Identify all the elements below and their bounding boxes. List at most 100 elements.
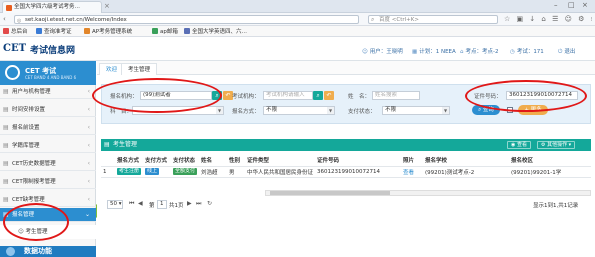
id-number-cell: 360123199010072714 xyxy=(315,166,401,178)
record-summary: 显示1到1,共1记录 xyxy=(533,203,579,209)
exam-org-search-button[interactable]: ⌕ xyxy=(313,91,323,100)
sidebar-item-student-records[interactable]: ▤ 学籍库管理 ‹ xyxy=(0,139,96,153)
column-header[interactable]: 报名学校 xyxy=(423,155,509,167)
id-number-input[interactable]: 360123199010072714 xyxy=(506,91,578,100)
page-tabs: 欢迎 考生管理 xyxy=(97,61,595,75)
org-search-button[interactable]: ⌕ xyxy=(212,91,222,100)
sidebar-item-user-org[interactable]: ▤ 用户与机构管理 ‹ xyxy=(0,85,96,99)
menu-icon: ▤ xyxy=(3,88,9,95)
org-input[interactable]: (99)测试者 xyxy=(140,91,212,100)
plan-info[interactable]: ▦ 计划：1 NEEA xyxy=(412,47,456,55)
sidebar-item-restriction[interactable]: ▤ CET限制报考管理 ‹ xyxy=(0,175,96,189)
main-content: 欢迎 考生管理 报名机构： (99)测试者 ⌕ ↶ 考试机构： 考试机构请输入 … xyxy=(97,61,595,257)
caret-down-icon: ▾ xyxy=(567,142,572,148)
column-header[interactable]: 报名方式 xyxy=(115,155,143,167)
column-header[interactable]: 证件号码 xyxy=(315,155,401,167)
name-input[interactable]: 姓名搜索 xyxy=(372,91,420,100)
caret-down-icon: ▼ xyxy=(442,107,449,114)
column-header[interactable]: 性别 xyxy=(227,155,245,167)
toolbar-icons[interactable]: ☆ ▣ ↓ ⌂ ☰ ☺ ⚙ ≡ xyxy=(504,15,592,24)
scrollbar-thumb[interactable] xyxy=(270,191,390,195)
logout-link[interactable]: ⏻ 退出 xyxy=(558,47,575,56)
column-header[interactable]: 照片 xyxy=(401,155,423,167)
table-row[interactable]: 1 考生注册 线上 全额支付 刘浩超 男 中华人民共和国居民身份证 360123… xyxy=(101,166,591,178)
home-icon: ⌂ xyxy=(460,49,464,55)
bookmark-item[interactable]: 总后台 xyxy=(3,28,28,36)
sidebar-item-pre-registration[interactable]: ▤ 报名前设置 ‹ xyxy=(0,121,96,135)
reg-method-badge: 考生注册 xyxy=(117,168,142,175)
user-info[interactable]: ☺ 用户：王晓明 xyxy=(362,47,403,55)
last-page-icon[interactable]: ⏭ xyxy=(196,200,201,208)
exam-org-reset-button[interactable]: ↶ xyxy=(324,91,334,100)
sidebar-footer[interactable]: 数据功能 xyxy=(0,246,96,257)
chevron-left-icon: ‹ xyxy=(87,160,90,167)
bookmark-item[interactable]: 全国大学英语四、六… xyxy=(184,28,247,36)
search-engine-icon: ⌕ xyxy=(371,16,375,23)
page-label: 第 xyxy=(149,203,155,209)
pay-status-select[interactable]: 不限 ▼ xyxy=(382,106,450,115)
page-number-input[interactable]: 1 xyxy=(157,200,167,209)
app-header: CET 考试信息网 ☺ 用户：王晓明 ▦ 计划：1 NEEA ⌂ 考点：考点-2 ◷ 考… xyxy=(0,37,595,61)
prev-page-icon[interactable]: ◀ xyxy=(138,200,143,207)
exam-org-input[interactable]: 考试机构请输入 xyxy=(263,91,313,100)
column-header[interactable]: 姓名 xyxy=(199,155,227,167)
gender-cell: 男 xyxy=(227,166,245,178)
bookmark-favicon-icon xyxy=(36,28,42,34)
tab-candidates[interactable]: 考生管理 xyxy=(121,63,158,75)
bookmark-item[interactable]: AP考务管理系统 xyxy=(84,28,132,36)
refresh-icon[interactable]: ↻ xyxy=(207,200,212,207)
back-icon[interactable]: ‹ xyxy=(3,15,6,23)
subject-label: 科 目： xyxy=(110,109,133,115)
subject-select[interactable]: ▼ xyxy=(132,106,224,115)
org-label: 报名机构： xyxy=(110,94,138,100)
photo-link[interactable]: 查看 xyxy=(401,166,423,178)
column-header[interactable]: 支付方式 xyxy=(143,155,171,167)
address-bar[interactable]: ◎ set.kaoji.etest.net.cn/Welcome/Index xyxy=(14,15,359,24)
view-button[interactable]: ◉ 查看 xyxy=(507,141,531,149)
bookmark-favicon-icon xyxy=(152,28,158,34)
bookmark-item[interactable]: 查询准考证 xyxy=(36,28,72,36)
pay-status-label: 支付状态： xyxy=(348,109,376,115)
chevron-left-icon: ‹ xyxy=(87,106,90,113)
row-index: 1 xyxy=(101,166,115,178)
method-select[interactable]: 不限 ▼ xyxy=(263,106,335,115)
maximize-icon[interactable]: □ xyxy=(568,1,575,9)
globe-icon: ◎ xyxy=(17,18,22,24)
browser-tab[interactable]: 全国大学四六级考试考务… xyxy=(2,1,102,13)
search-placeholder: 百度 <Ctrl+K> xyxy=(379,17,419,23)
sidebar-item-absence[interactable]: ▤ CET缺考管理 ‹ xyxy=(0,193,96,207)
other-actions-button[interactable]: ⚙ 其他操作 ▾ xyxy=(537,141,576,149)
close-window-icon[interactable]: × xyxy=(582,1,588,9)
menu-icon: ▤ xyxy=(3,178,9,185)
close-tab-icon[interactable]: × xyxy=(104,2,110,10)
sidebar-item-registration[interactable]: ▤ 报名管理 ⌄ xyxy=(0,208,96,222)
next-page-icon[interactable]: ▶ xyxy=(187,200,192,207)
exam-info[interactable]: ◷ 考试：171 xyxy=(510,47,544,55)
bookmark-favicon-icon xyxy=(184,28,190,34)
chevron-down-icon: ⌄ xyxy=(84,211,90,218)
bookmark-favicon-icon xyxy=(84,28,90,34)
page-size-select[interactable]: 50 ▾ xyxy=(107,200,123,209)
column-header[interactable]: 证件类型 xyxy=(245,155,315,167)
sidebar-item-schedule[interactable]: ▤ 时间安排设置 ‹ xyxy=(0,103,96,117)
horizontal-scrollbar[interactable] xyxy=(265,190,591,196)
first-page-icon[interactable]: ⏮ xyxy=(129,200,134,208)
site-info[interactable]: ⌂ 考点：考点-2 xyxy=(460,47,498,55)
data-icon xyxy=(6,247,15,256)
column-header[interactable]: 支付状态 xyxy=(171,155,199,167)
bookmark-item[interactable]: ap邮箱 xyxy=(152,28,178,36)
power-icon: ⏻ xyxy=(558,49,563,55)
filter-panel: 报名机构： (99)测试者 ⌕ ↶ 考试机构： 考试机构请输入 ⌕ ↶ 姓 名：… xyxy=(101,84,591,124)
sidebar-subitem-candidates[interactable]: ☺ 考生管理 xyxy=(0,225,96,239)
query-button[interactable]: ⌕ 查询 xyxy=(472,105,500,115)
more-button[interactable]: + 更多 xyxy=(518,105,548,115)
minimize-icon[interactable]: – xyxy=(554,1,558,9)
sidebar-item-history-data[interactable]: ▤ CET历史数据管理 ‹ xyxy=(0,157,96,171)
chevron-left-icon: ‹ xyxy=(87,142,90,149)
menu-icon: ▤ xyxy=(3,106,9,113)
browser-search-input[interactable]: ⌕ 百度 <Ctrl+K> xyxy=(368,15,498,24)
column-header[interactable]: 报名校区 xyxy=(509,155,591,167)
advanced-checkbox[interactable] xyxy=(507,107,513,113)
site-logo[interactable]: CET xyxy=(3,43,26,54)
reg-method-cell: 考生注册 xyxy=(115,166,143,178)
